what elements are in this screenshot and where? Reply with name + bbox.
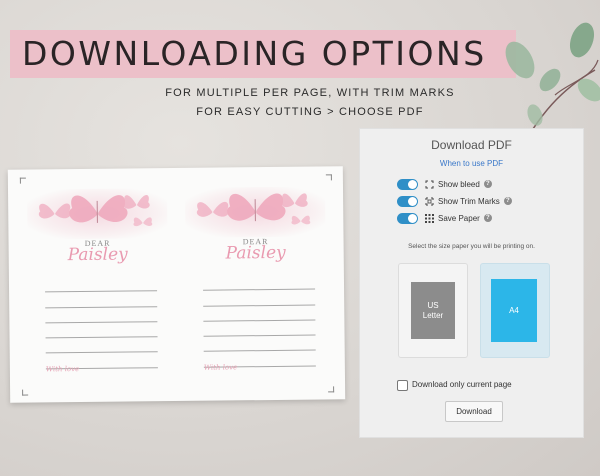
butterflies-illustration	[38, 195, 153, 227]
download-pdf-panel: Download PDF When to use PDF Show bleed …	[359, 128, 584, 438]
show-trim-marks-toggle[interactable]	[397, 195, 418, 207]
help-icon[interactable]: ?	[503, 197, 512, 205]
writing-lines	[44, 276, 158, 370]
subtitle-line-1: FOR MULTIPLE PER PAGE, WITH TRIM MARKS	[165, 87, 455, 99]
option-show-trim-marks: Show Trim Marks ?	[397, 195, 512, 207]
save-paper-toggle[interactable]	[397, 212, 418, 224]
paper-size-hint: Select the size paper you will be printi…	[408, 243, 535, 250]
signature-label: With love	[45, 365, 80, 374]
us-letter-label-line2: Letter	[422, 310, 444, 320]
save-paper-label: Save Paper	[438, 213, 480, 223]
panel-title: Download PDF	[431, 138, 512, 152]
current-page-checkbox[interactable]	[397, 380, 408, 391]
subtitle-line-2: FOR EASY CUTTING > CHOOSE PDF	[196, 106, 424, 118]
download-button[interactable]: Download	[445, 401, 503, 422]
trim-marks-icon	[423, 195, 435, 207]
letter-card: DEAR Paisley With love	[22, 178, 174, 392]
when-to-use-pdf-link[interactable]: When to use PDF	[360, 159, 583, 168]
butterflies-illustration	[196, 193, 311, 225]
paper-option-a4[interactable]: A4	[480, 263, 550, 358]
letter-card: DEAR Paisley With love	[180, 176, 332, 390]
grid-icon	[423, 212, 435, 224]
a4-thumbnail: A4	[491, 279, 537, 342]
help-icon[interactable]: ?	[483, 180, 492, 188]
recipient-name: Paisley	[225, 242, 286, 264]
signature-label: With love	[203, 363, 238, 372]
pdf-preview-sheet: DEAR Paisley With love DEAR Paisley With…	[7, 166, 346, 403]
current-page-label: Download only current page	[412, 380, 512, 389]
writing-lines	[202, 274, 316, 368]
a4-label: A4	[509, 306, 519, 315]
bleed-icon	[423, 178, 435, 190]
option-save-paper: Save Paper ?	[397, 212, 492, 224]
us-letter-thumbnail: US Letter	[411, 282, 455, 339]
show-bleed-toggle[interactable]	[397, 178, 418, 190]
paper-option-us-letter[interactable]: US Letter	[398, 263, 468, 358]
recipient-name: Paisley	[67, 244, 128, 266]
option-show-bleed: Show bleed ?	[397, 178, 492, 190]
show-trim-marks-label: Show Trim Marks	[438, 196, 500, 206]
page-title: DOWNLOADING OPTIONS	[22, 34, 487, 73]
us-letter-label-line1: US	[427, 300, 439, 310]
show-bleed-label: Show bleed	[438, 179, 480, 189]
help-icon[interactable]: ?	[483, 214, 492, 222]
